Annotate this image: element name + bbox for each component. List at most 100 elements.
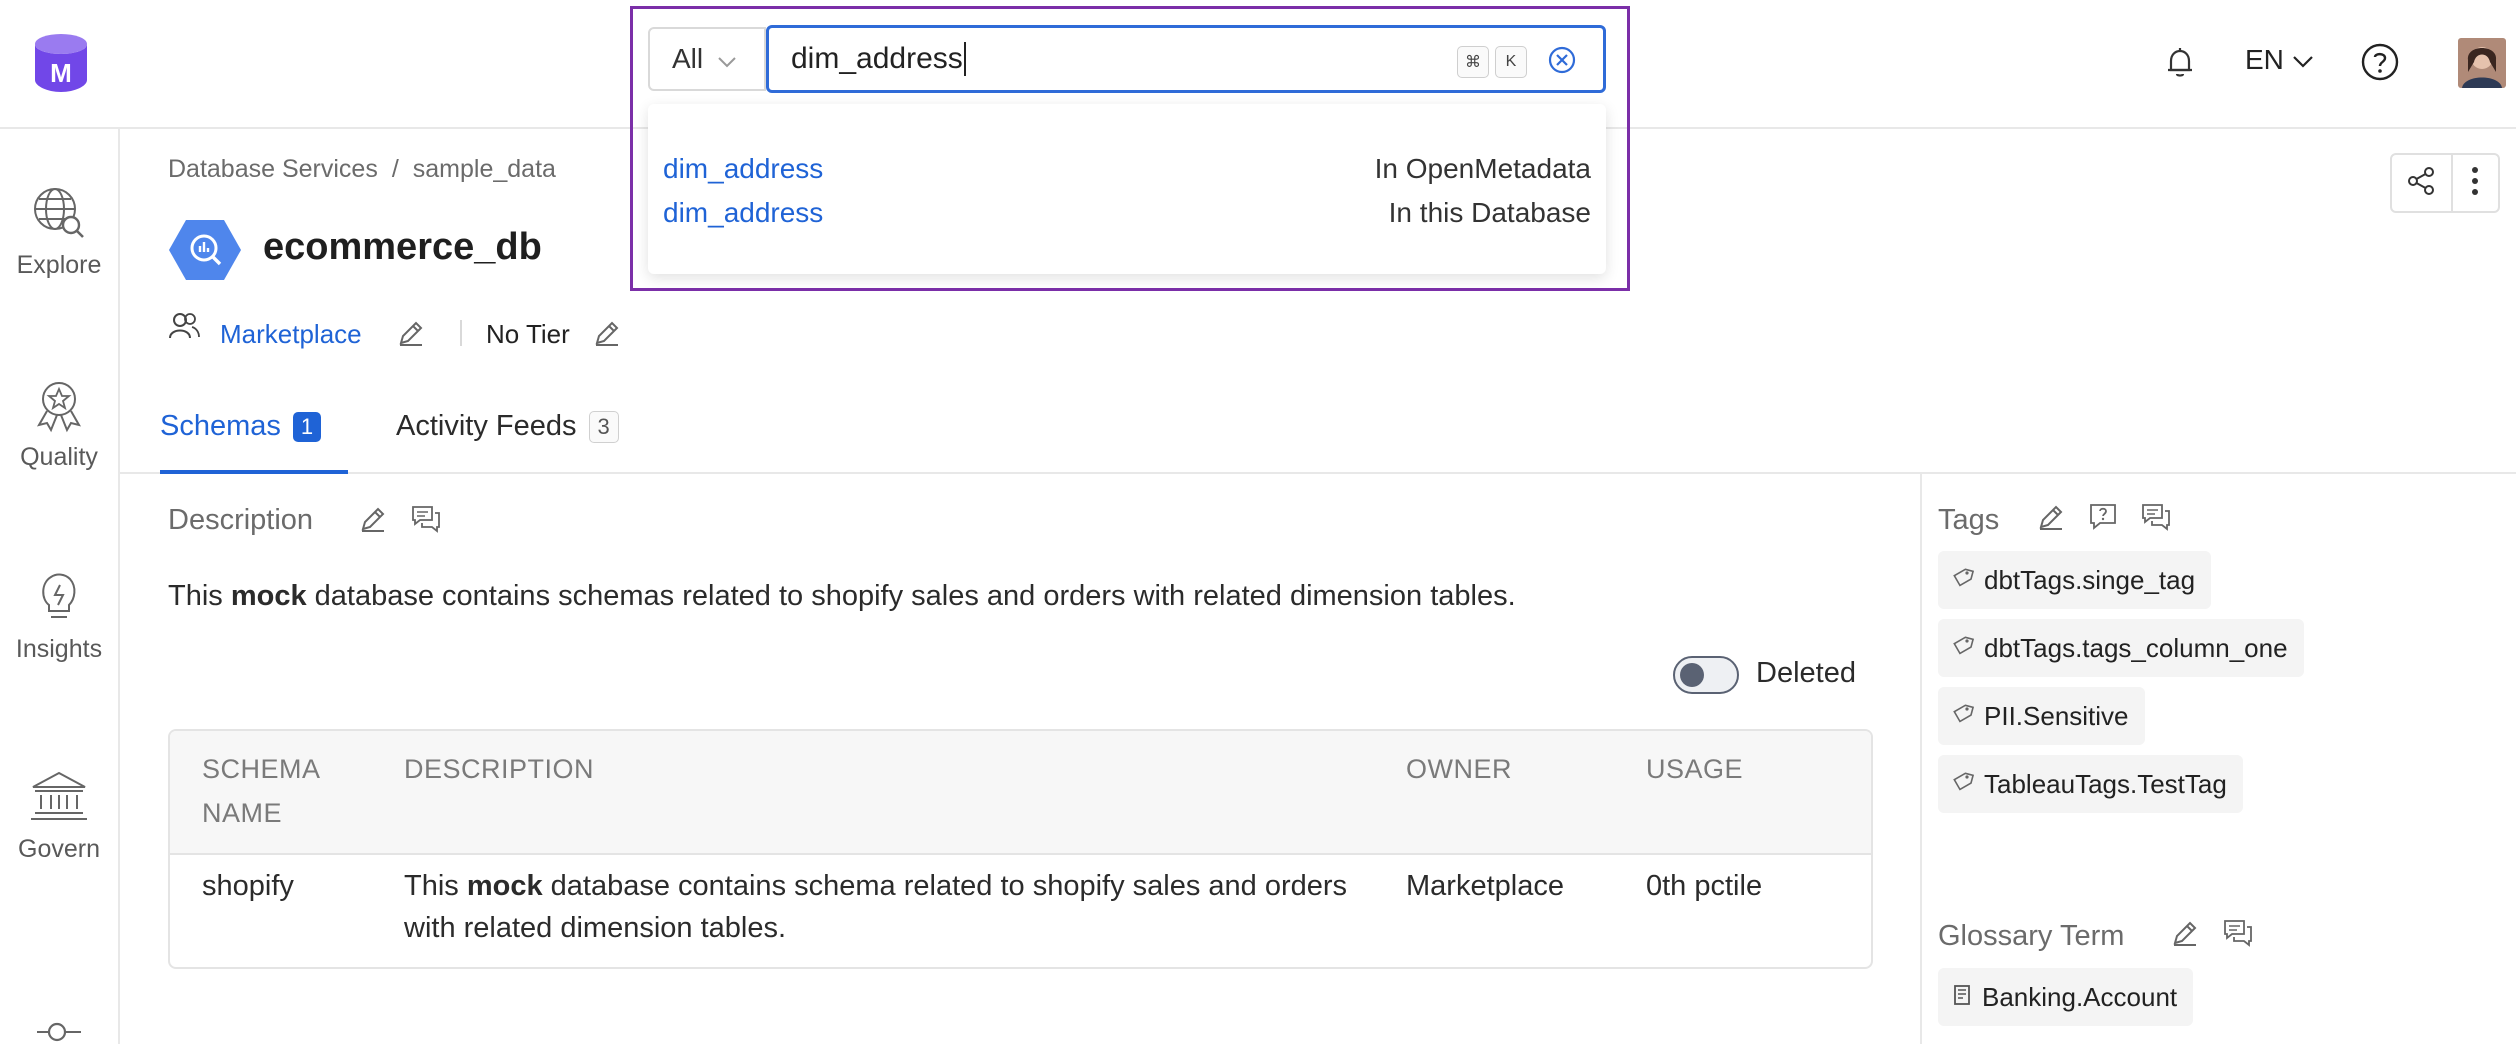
- description-text: This mock database contains schemas rela…: [168, 580, 1516, 613]
- user-avatar[interactable]: [2458, 38, 2506, 88]
- openmetadata-logo[interactable]: M: [32, 32, 90, 94]
- svg-text:M: M: [50, 58, 72, 88]
- tab-count-badge: 1: [292, 412, 322, 443]
- tab-label: Activity Feeds: [396, 410, 577, 442]
- entity-actions: [2390, 153, 2500, 213]
- schema-usage: 0th pctile: [1646, 870, 1763, 902]
- entity-title: ecommerce_db: [263, 226, 542, 268]
- tag-label: PII.Sensitive: [1984, 700, 2129, 731]
- description-text-part: This: [168, 580, 231, 612]
- column-header-owner: OWNER: [1406, 754, 1512, 784]
- sidebar-item-settings[interactable]: [0, 1019, 118, 1045]
- description-heading: Description: [168, 504, 314, 536]
- tag-chip[interactable]: PII.Sensitive: [1938, 687, 2145, 745]
- glossary-term-chip[interactable]: Banking.Account: [1938, 968, 2194, 1026]
- tag-icon: [1952, 769, 1975, 800]
- tag-icon: [1952, 701, 1975, 732]
- suggestion-name: dim_address: [663, 197, 824, 228]
- search-scope-value: All: [672, 43, 704, 74]
- column-header-description: DESCRIPTION: [404, 754, 595, 784]
- suggestion-scope: In this Database: [1388, 197, 1591, 228]
- conversation-icon[interactable]: [410, 504, 442, 539]
- glossary-term-heading: Glossary Term: [1938, 920, 2125, 952]
- sidebar-item-label: Insights: [15, 635, 103, 663]
- search-scope-select[interactable]: All: [648, 27, 766, 91]
- breadcrumb-item-service[interactable]: sample_data: [413, 155, 556, 184]
- more-options-button[interactable]: [2453, 155, 2498, 211]
- share-button[interactable]: [2392, 155, 2453, 211]
- search-input[interactable]: dim_address ⌘ K: [766, 25, 1606, 93]
- bulb-icon: [0, 569, 118, 625]
- tag-chip[interactable]: dbtTags.tags_column_one: [1938, 619, 2304, 677]
- suggestion-name: dim_address: [663, 153, 824, 184]
- book-icon: [1952, 982, 1972, 1013]
- description-bold-word: mock: [230, 580, 307, 612]
- edit-owner-icon[interactable]: [396, 318, 426, 353]
- tab-schemas[interactable]: Schemas 1: [160, 410, 322, 443]
- schemas-table: SCHEMA NAME DESCRIPTION OWNER USAGE shop…: [168, 729, 1873, 969]
- tag-chip[interactable]: dbtTags.singe_tag: [1938, 551, 2212, 609]
- deleted-toggle-label: Deleted: [1756, 657, 1856, 689]
- glossary-term-label: Banking.Account: [1982, 981, 2178, 1012]
- globe-search-icon: [0, 185, 118, 241]
- clear-search-icon[interactable]: [1547, 45, 1577, 83]
- owner-icon: [168, 312, 200, 345]
- database-service-icon: [168, 218, 242, 287]
- shortcut-key-cmd: ⌘: [1457, 46, 1489, 78]
- toggle-knob: [1680, 663, 1704, 687]
- help-icon[interactable]: [2360, 42, 2400, 87]
- schema-description: This mock database contains schema relat…: [404, 865, 1364, 949]
- sidebar-item-explore[interactable]: Explore: [0, 185, 118, 280]
- edit-tier-icon[interactable]: [592, 318, 622, 353]
- sidebar-item-insights[interactable]: Insights: [0, 569, 118, 664]
- tags-heading: Tags: [1938, 504, 2000, 536]
- sidebar-item-govern[interactable]: Govern: [0, 769, 118, 864]
- deleted-toggle[interactable]: [1673, 656, 1739, 694]
- right-panel-divider: [1920, 474, 1922, 1044]
- schema-name-link[interactable]: shopify: [202, 865, 294, 907]
- schema-description-part: This: [404, 870, 467, 902]
- text-cursor: [963, 42, 966, 76]
- tag-label: TableauTags.TestTag: [1984, 768, 2227, 799]
- breadcrumb: Database Services / sample_data: [168, 155, 556, 184]
- tabs-divider: [118, 472, 2516, 474]
- tab-count-badge: 3: [588, 411, 619, 444]
- active-tab-indicator: [160, 470, 348, 474]
- search-query: dim_address: [791, 42, 963, 75]
- tab-label: Schemas: [160, 410, 281, 442]
- tab-activity-feeds[interactable]: Activity Feeds 3: [396, 410, 619, 444]
- left-sidebar: Explore Quality Insights Govern: [0, 129, 120, 1044]
- slider-settings-icon: [0, 1019, 118, 1045]
- breadcrumb-item-database-services[interactable]: Database Services: [168, 155, 378, 184]
- tags-conversation-icon[interactable]: [2140, 502, 2172, 537]
- chevron-down-icon: [2292, 44, 2314, 76]
- edit-description-icon[interactable]: [358, 504, 388, 539]
- tag-icon: [1952, 633, 1975, 664]
- sidebar-item-quality[interactable]: Quality: [0, 377, 118, 472]
- glossary-conversation-icon[interactable]: [2222, 918, 2254, 953]
- edit-glossary-icon[interactable]: [2170, 918, 2200, 953]
- divider: [460, 320, 462, 346]
- shortcut-key-k: K: [1495, 46, 1527, 78]
- tag-chip[interactable]: TableauTags.TestTag: [1938, 755, 2243, 813]
- share-icon: [2405, 165, 2437, 202]
- tag-label: dbtTags.tags_column_one: [1984, 632, 2288, 663]
- suggestion-item[interactable]: dim_address In OpenMetadata: [663, 149, 1591, 189]
- bell-icon[interactable]: [2162, 44, 2198, 85]
- search-suggestions-dropdown: dim_address In OpenMetadata dim_address …: [648, 104, 1606, 274]
- column-header-schema-name[interactable]: SCHEMA NAME: [202, 747, 342, 835]
- description-text-part: database contains schemas related to sho…: [306, 580, 1516, 612]
- chevron-down-icon: [717, 43, 737, 75]
- edit-tags-icon[interactable]: [2036, 502, 2066, 537]
- language-selector[interactable]: EN: [2245, 44, 2314, 76]
- suggestion-scope: In OpenMetadata: [1374, 153, 1591, 184]
- award-icon: [0, 377, 118, 433]
- tier-label: No Tier: [486, 319, 570, 349]
- bank-icon: [0, 769, 118, 825]
- sidebar-item-label: Explore: [16, 251, 102, 279]
- suggestion-item[interactable]: dim_address In this Database: [663, 193, 1591, 233]
- owner-link[interactable]: Marketplace: [220, 319, 362, 350]
- tag-label: dbtTags.singe_tag: [1984, 564, 2196, 595]
- request-tags-icon[interactable]: [2088, 502, 2118, 537]
- kebab-menu-icon: [2471, 166, 2479, 201]
